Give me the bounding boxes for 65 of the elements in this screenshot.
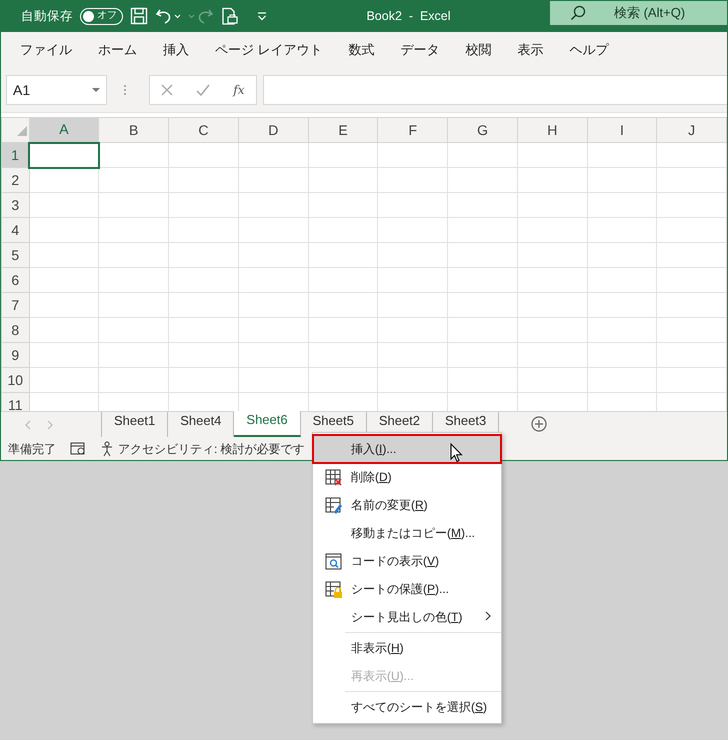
menu-item[interactable]: コードの表示(V) (313, 547, 501, 575)
search-icon (570, 5, 586, 21)
add-sheet-icon[interactable] (531, 416, 548, 432)
pointer-icon (450, 443, 463, 463)
column-header[interactable]: E (308, 118, 378, 142)
rename-sheet-icon (325, 497, 343, 515)
column-header[interactable]: J (656, 118, 726, 142)
undo-icon[interactable] (155, 7, 181, 25)
column-header[interactable]: H (517, 118, 588, 142)
menu-item[interactable]: シート見出しの色(T) (313, 603, 501, 631)
accessibility-icon[interactable] (100, 440, 114, 456)
window-title: Book2 - Excel (366, 8, 451, 25)
row-header[interactable]: 6 (2, 268, 30, 292)
search-field[interactable]: 検索 (Alt+Q) (550, 1, 727, 25)
column-header[interactable]: C (168, 118, 238, 142)
autosave-toggle[interactable]: オフ (80, 8, 123, 24)
row-header[interactable]: 1 (2, 142, 30, 168)
row-header[interactable]: 9 (2, 342, 30, 368)
menu-item[interactable]: シートの保護(P)... (313, 575, 501, 603)
column-header[interactable]: D (238, 118, 308, 142)
ribbon-tab[interactable]: 挿入 (150, 32, 202, 68)
menu-item[interactable]: 非表示(H) (313, 634, 501, 662)
row-header[interactable]: 7 (2, 292, 30, 318)
formula-input[interactable] (263, 75, 727, 105)
row-header[interactable]: 8 (2, 318, 30, 342)
save-icon[interactable] (130, 7, 148, 25)
name-box[interactable]: A1 (6, 75, 107, 105)
row-header[interactable]: 2 (2, 168, 30, 192)
insert-function-button[interactable]: fx (233, 81, 245, 99)
menu-item[interactable]: 挿入(I)... (313, 435, 501, 463)
menu-item[interactable]: 移動またはコピー(M)... (313, 519, 501, 547)
protect-sheet-icon (325, 581, 343, 599)
ribbon-tab[interactable]: ヘルプ (556, 32, 622, 68)
sheet-tab[interactable]: Sheet6 (234, 411, 301, 437)
column-header[interactable]: A (29, 118, 99, 142)
menu-item[interactable]: 名前の変更(R) (313, 491, 501, 519)
ribbon-tab[interactable]: 校閲 (452, 32, 505, 68)
delete-sheet-icon (325, 469, 343, 487)
column-header[interactable]: B (98, 118, 169, 142)
column-header[interactable]: I (587, 118, 657, 142)
grip-icon (123, 84, 127, 96)
macro-record-icon[interactable] (70, 441, 86, 456)
status-text: 準備完了 (8, 440, 56, 458)
accessibility-status[interactable]: アクセシビリティ: 検討が必要です (118, 440, 305, 458)
row-header[interactable]: 10 (2, 368, 30, 392)
row-header[interactable]: 5 (2, 242, 30, 268)
ribbon-tab[interactable]: 数式 (336, 32, 388, 68)
ribbon-tab[interactable]: ホーム (85, 32, 150, 68)
dropdown-caret-icon (92, 88, 100, 92)
ribbon-tab[interactable]: 表示 (504, 32, 557, 68)
column-header[interactable]: G (448, 118, 518, 142)
autosave-label: 自動保存 (21, 8, 73, 25)
row-header[interactable]: 3 (2, 192, 30, 218)
ribbon-tab[interactable]: ファイル (7, 32, 85, 68)
row-header[interactable]: 4 (2, 218, 30, 242)
selected-cell[interactable] (29, 142, 99, 168)
print-preview-icon[interactable] (221, 7, 238, 25)
menu-item[interactable]: 削除(D) (313, 463, 501, 491)
row-header[interactable]: 11 (2, 392, 30, 411)
menu-item[interactable]: すべてのシートを選択(S) (313, 693, 501, 721)
ribbon-tab[interactable]: データ (388, 32, 453, 68)
ribbon-tab[interactable]: ページ レイアウト (202, 32, 336, 68)
view-code-icon (325, 553, 343, 571)
column-header[interactable]: F (378, 118, 448, 142)
customize-caret-icon[interactable] (257, 11, 267, 21)
